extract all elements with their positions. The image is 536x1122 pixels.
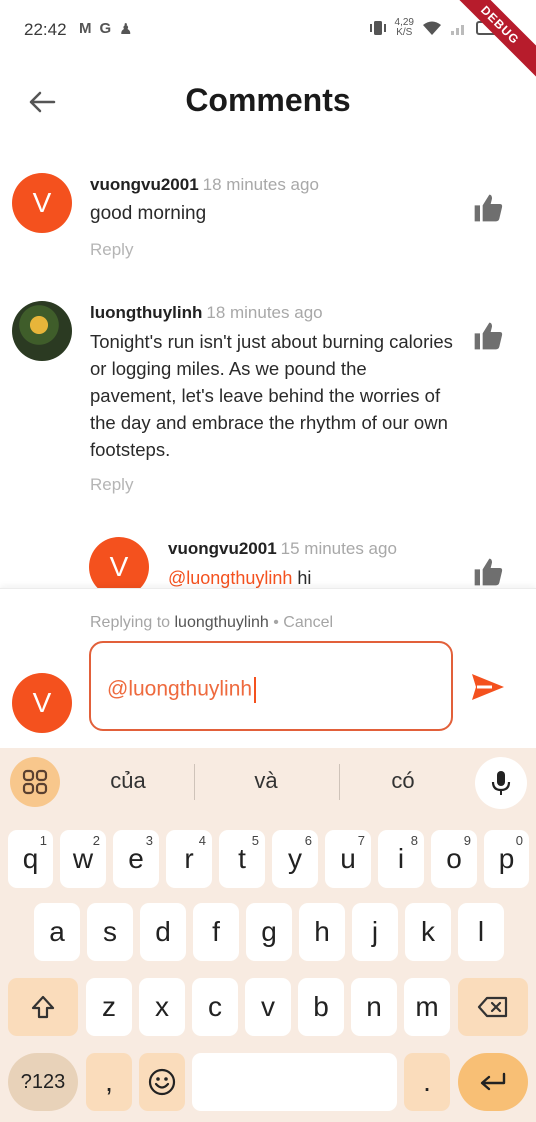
key-n[interactable]: n (351, 978, 397, 1036)
comment-text: Tonight's run isn't just about burning c… (90, 331, 453, 460)
suggestion-divider (194, 764, 195, 800)
avatar[interactable] (12, 301, 72, 361)
key-w[interactable]: w2 (60, 830, 106, 888)
comment-text: @luongthuylinh hi (168, 568, 312, 588)
key-j[interactable]: j (352, 903, 398, 961)
cancel-reply-button[interactable]: • Cancel (273, 614, 333, 631)
key-y[interactable]: y6 (272, 830, 318, 888)
reply-button[interactable]: Reply (90, 240, 133, 260)
emoji-key[interactable] (139, 1053, 185, 1111)
key-h[interactable]: h (299, 903, 345, 961)
space-key[interactable] (192, 1053, 397, 1111)
key-q[interactable]: q1 (8, 830, 53, 888)
avatar[interactable]: V (89, 537, 149, 588)
key-i[interactable]: i8 (378, 830, 424, 888)
key-p[interactable]: p0 (484, 830, 529, 888)
key-o[interactable]: o9 (431, 830, 477, 888)
shift-key[interactable] (8, 978, 78, 1036)
backspace-icon (477, 996, 508, 1018)
thumbs-up-icon[interactable] (472, 192, 504, 224)
key-v[interactable]: v (245, 978, 291, 1036)
period-key[interactable]: . (404, 1053, 450, 1111)
comment-input-value: @luongthuylinh (107, 677, 253, 701)
send-icon[interactable] (470, 672, 506, 702)
key-a[interactable]: a (34, 903, 80, 961)
comment-time: 15 minutes ago (280, 539, 397, 558)
comment-header: vuongvu2001 18 minutes ago (90, 175, 319, 195)
key-k[interactable]: k (405, 903, 451, 961)
current-user-avatar: V (12, 673, 72, 733)
comment-input[interactable]: @luongthuylinh (89, 641, 453, 731)
signal-icon (451, 25, 464, 35)
comment: V vuongvu2001 18 minutes ago good morning… (0, 170, 536, 270)
key-z[interactable]: z (86, 978, 132, 1036)
keyboard-menu-button[interactable] (10, 757, 60, 807)
microphone-icon (491, 771, 511, 795)
comment-header: luongthuylinh 18 minutes ago (90, 303, 323, 323)
soft-keyboard: của và có q1 w2 e3 r4 t5 y6 u7 i8 o9 p0 … (0, 748, 536, 1122)
comment-username[interactable]: vuongvu2001 (90, 175, 199, 194)
key-x[interactable]: x (139, 978, 185, 1036)
avatar[interactable]: V (12, 173, 72, 233)
suggestion-divider (339, 764, 340, 800)
mention-link[interactable]: @luongthuylinh (168, 568, 292, 588)
header: Comments (0, 70, 536, 134)
key-f[interactable]: f (193, 903, 239, 961)
key-l[interactable]: l (458, 903, 504, 961)
key-e[interactable]: e3 (113, 830, 159, 888)
vibrate-icon (369, 21, 386, 35)
comment-time: 18 minutes ago (206, 303, 323, 322)
google-icon: G (99, 20, 112, 37)
replying-to-user: luongthuylinh (174, 614, 269, 631)
voice-input-button[interactable] (475, 757, 527, 809)
thumbs-up-icon[interactable] (472, 320, 504, 352)
gmail-icon: M (79, 20, 92, 37)
emoji-icon (148, 1068, 176, 1096)
key-c[interactable]: c (192, 978, 238, 1036)
comment-header: vuongvu2001 15 minutes ago (168, 539, 397, 559)
key-b[interactable]: b (298, 978, 344, 1036)
reply-button[interactable]: Reply (90, 475, 133, 495)
app-notification-icon: ♟ (119, 21, 133, 38)
notification-icons: M G ♟ (79, 20, 133, 38)
reply-comment: V vuongvu2001 15 minutes ago @luongthuyli… (0, 534, 536, 588)
key-m[interactable]: m (404, 978, 450, 1036)
suggestion[interactable]: có (343, 768, 463, 794)
shift-icon (31, 995, 55, 1019)
suggestion[interactable]: và (206, 768, 326, 794)
status-bar: 22:42 M G ♟ 4,29 K/S DEBUG (0, 0, 536, 83)
symbols-key[interactable]: ?123 (8, 1053, 78, 1111)
network-speed: 4,29 K/S (394, 17, 414, 38)
comment-username[interactable]: luongthuylinh (90, 303, 202, 322)
key-g[interactable]: g (246, 903, 292, 961)
status-time: 22:42 (24, 20, 67, 39)
comment-text: good morning (90, 203, 207, 224)
page-title: Comments (185, 82, 351, 118)
key-d[interactable]: d (140, 903, 186, 961)
enter-icon (480, 1072, 506, 1091)
key-r[interactable]: r4 (166, 830, 212, 888)
suggestion-strip: của và có (0, 748, 536, 818)
comment: luongthuylinh 18 minutes ago Tonight's ru… (0, 298, 536, 498)
text-caret (254, 677, 257, 703)
wifi-icon (423, 21, 441, 35)
apps-grid-icon (22, 769, 48, 795)
key-t[interactable]: t5 (219, 830, 265, 888)
replying-indicator: Replying to luongthuylinh • Cancel (90, 614, 334, 631)
key-s[interactable]: s (87, 903, 133, 961)
comma-key[interactable]: , (86, 1053, 132, 1111)
comment-username[interactable]: vuongvu2001 (168, 539, 277, 558)
thumbs-up-icon[interactable] (472, 556, 504, 588)
comment-time: 18 minutes ago (202, 175, 319, 194)
suggestion[interactable]: của (68, 768, 188, 794)
key-u[interactable]: u7 (325, 830, 371, 888)
backspace-key[interactable] (458, 978, 528, 1036)
comment-composer: Replying to luongthuylinh • Cancel V @lu… (0, 588, 536, 748)
enter-key[interactable] (458, 1053, 528, 1111)
